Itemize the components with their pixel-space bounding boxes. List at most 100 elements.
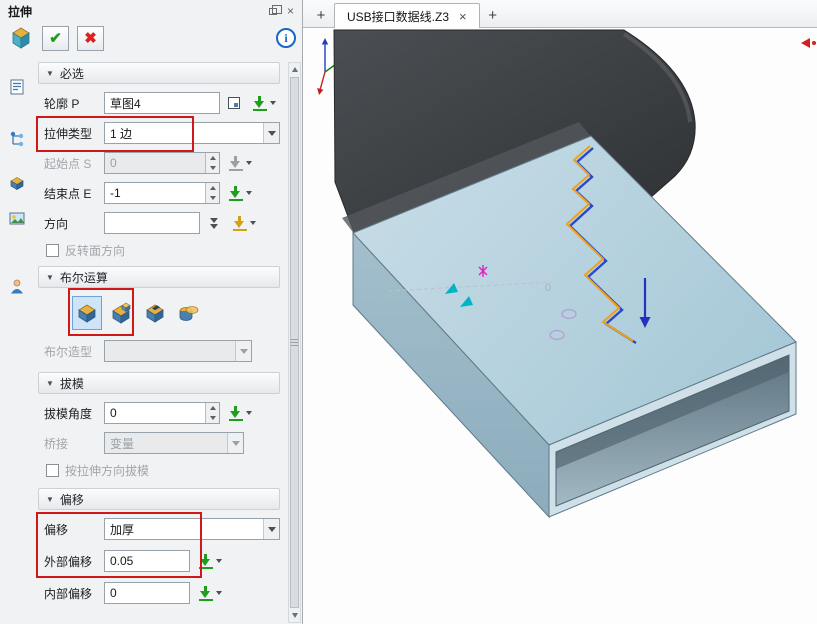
close-window-icon[interactable]: ×: [287, 5, 294, 17]
boolean-shape-dropdown: [104, 340, 252, 362]
section-draft[interactable]: ▼ 拔模: [38, 372, 280, 394]
collapse-caret-icon: ▼: [46, 273, 54, 282]
assembly-tree-icon[interactable]: [6, 128, 28, 150]
direction-row: 方向: [38, 210, 280, 236]
flip-face-row: 反转面方向: [38, 240, 280, 260]
boolean-buttons-row: [38, 294, 280, 332]
extrude-form: ▼ 必选 轮廓 P 拉伸类型 1 边 起始点 S: [38, 62, 280, 610]
scroll-down-icon[interactable]: [289, 609, 300, 622]
end-point-input[interactable]: [104, 182, 220, 204]
start-point-input: [104, 152, 220, 174]
green-arrow-icon: [253, 96, 267, 111]
boolean-base-button[interactable]: [72, 296, 102, 330]
section-boolean[interactable]: ▼ 布尔运算: [38, 266, 280, 288]
boolean-shape-row: 布尔造型: [38, 338, 280, 364]
draft-angle-row: 拔模角度: [38, 400, 280, 426]
draft-quickpick-button[interactable]: [224, 403, 256, 423]
profile-picker-icon[interactable]: [224, 93, 244, 113]
section-required[interactable]: ▼ 必选: [38, 62, 280, 84]
main-area: + USB接口数据线.Z3 × +: [302, 0, 817, 624]
spinner: [205, 153, 219, 173]
offset-mode-dropdown[interactable]: 加厚: [104, 518, 280, 540]
3d-viewport[interactable]: Y: [303, 28, 817, 624]
profile-label: 轮廓 P: [38, 95, 100, 112]
yellow-arrow-icon: [233, 216, 247, 231]
direction-chevrons-icon[interactable]: [204, 213, 224, 233]
scrollbar-thumb[interactable]: [290, 77, 299, 608]
manager-strip: [0, 60, 34, 624]
thumb-grip-icon: [291, 339, 298, 347]
cancel-button[interactable]: ✖: [77, 26, 104, 51]
extrude-type-label: 拉伸类型: [38, 125, 100, 142]
model-canvas: Y: [303, 28, 817, 624]
bridge-row: 桥接 变量: [38, 430, 280, 456]
panel-scrollbar[interactable]: [288, 62, 301, 623]
collapse-caret-icon: ▼: [46, 495, 54, 504]
extrude-feature-icon: [8, 25, 34, 51]
restore-window-icon[interactable]: [269, 8, 277, 15]
new-tab-icon[interactable]: +: [311, 3, 331, 27]
boolean-subtract-button[interactable]: [140, 296, 170, 330]
green-arrow-icon: [229, 406, 243, 421]
inner-offset-row: 内部偏移: [38, 580, 280, 606]
dropdown-caret-button[interactable]: [263, 519, 279, 539]
role-manager-icon[interactable]: [6, 276, 28, 298]
start-point-label: 起始点 S: [38, 155, 100, 172]
dropdown-caret-button[interactable]: [263, 123, 279, 143]
profile-row: 轮廓 P: [38, 90, 280, 116]
solid-shape-manager-icon[interactable]: [6, 172, 28, 194]
bridge-label: 桥接: [38, 435, 100, 452]
boolean-shape-label: 布尔造型: [38, 343, 100, 360]
collapse-panel-arrow-icon[interactable]: [801, 36, 817, 50]
spinner[interactable]: [205, 183, 219, 203]
caret-down-icon: [270, 101, 276, 105]
outer-offset-input[interactable]: [104, 550, 190, 572]
end-point-row: 结束点 E: [38, 180, 280, 206]
flip-face-checkbox[interactable]: [46, 244, 59, 257]
sketch-dim-text: 0: [545, 282, 551, 294]
tab-label: USB接口数据线.Z3: [347, 8, 449, 25]
offset-mode-label: 偏移: [38, 521, 100, 538]
scroll-up-icon[interactable]: [289, 63, 300, 76]
draft-along-checkbox[interactable]: [46, 464, 59, 477]
history-manager-icon[interactable]: [6, 76, 28, 98]
section-offset[interactable]: ▼ 偏移: [38, 488, 280, 510]
spinner[interactable]: [205, 403, 219, 423]
info-button[interactable]: i: [276, 28, 296, 48]
boolean-add-button[interactable]: [106, 296, 136, 330]
start-point-row: 起始点 S: [38, 150, 280, 176]
bridge-dropdown: 变量: [104, 432, 244, 454]
green-arrow-icon: [199, 586, 213, 601]
collapse-caret-icon: ▼: [46, 379, 54, 388]
extrude-type-dropdown[interactable]: 1 边: [104, 122, 280, 144]
profile-input[interactable]: [104, 92, 220, 114]
tab-close-icon[interactable]: ×: [459, 10, 467, 23]
draft-angle-label: 拔模角度: [38, 405, 100, 422]
panel-window-buttons: ×: [269, 5, 294, 17]
end-point-label: 结束点 E: [38, 185, 100, 202]
green-arrow-icon-disabled: [229, 156, 243, 171]
tab-usb-document[interactable]: USB接口数据线.Z3 ×: [334, 3, 480, 28]
end-quickpick-button[interactable]: [224, 183, 256, 203]
add-tab-icon[interactable]: +: [483, 3, 503, 27]
draft-angle-input[interactable]: [104, 402, 220, 424]
direction-quickpick-button[interactable]: [228, 213, 260, 233]
draft-along-label: 按拉伸方向拔模: [65, 462, 149, 479]
green-arrow-icon: [199, 554, 213, 569]
document-tabbar: + USB接口数据线.Z3 × +: [303, 0, 817, 28]
inner-offset-quickpick-button[interactable]: [194, 583, 226, 603]
visual-manager-icon[interactable]: [6, 208, 28, 230]
outer-offset-quickpick-button[interactable]: [194, 551, 226, 571]
outer-offset-row: 外部偏移: [38, 548, 280, 574]
panel-title: 拉伸: [8, 3, 32, 20]
offset-mode-row: 偏移 加厚: [38, 516, 280, 542]
panel-titlebar: 拉伸 ×: [0, 0, 302, 22]
boolean-intersect-button[interactable]: [174, 296, 204, 330]
direction-input[interactable]: [104, 212, 200, 234]
confirm-button[interactable]: ✔: [42, 26, 69, 51]
inner-offset-input[interactable]: [104, 582, 190, 604]
app-window: 拉伸 × ✔ ✖ i: [0, 0, 817, 624]
profile-quickpick-button[interactable]: [248, 93, 280, 113]
start-quickpick-button: [224, 153, 256, 173]
green-arrow-icon: [229, 186, 243, 201]
